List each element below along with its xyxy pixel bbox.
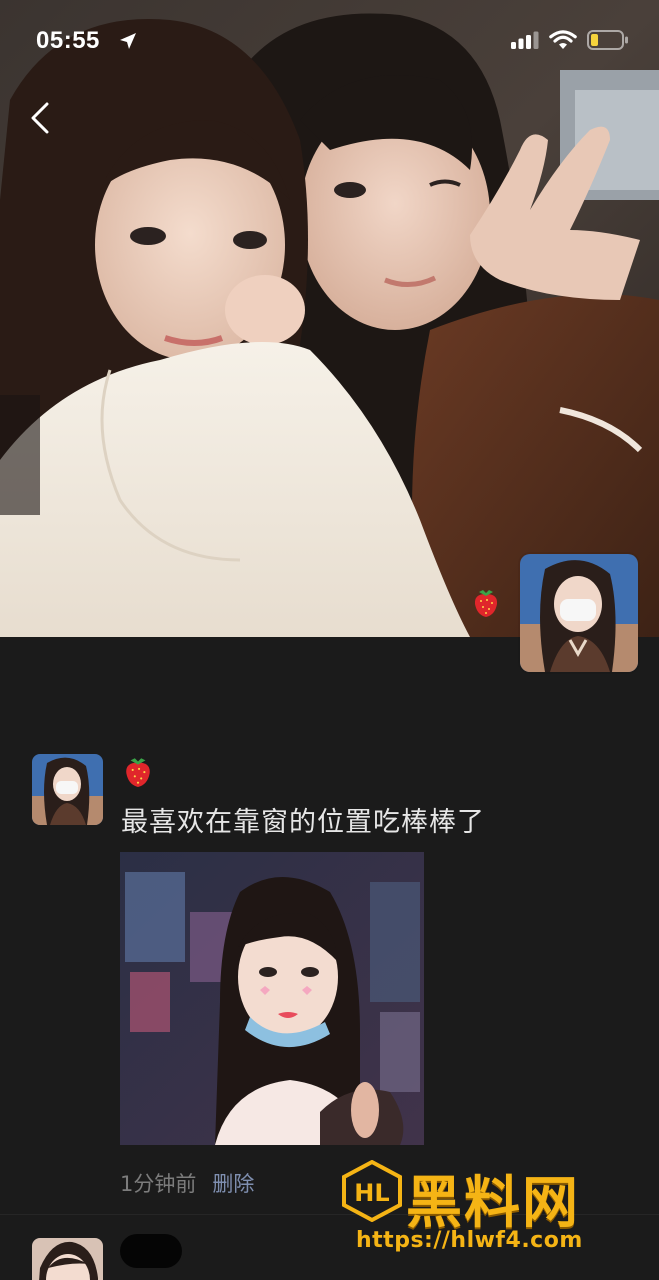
status-bar: 05:55 bbox=[0, 0, 659, 84]
watermark-url: https://hlwf4.com bbox=[356, 1228, 583, 1253]
post-photo-image bbox=[120, 852, 424, 1145]
next-post-author-redacted bbox=[120, 1234, 182, 1268]
next-post-avatar[interactable] bbox=[32, 1238, 103, 1280]
wifi-icon bbox=[549, 30, 577, 49]
status-time: 05:55 bbox=[36, 27, 100, 54]
strawberry-icon bbox=[474, 590, 498, 617]
back-button[interactable] bbox=[22, 98, 58, 138]
chevron-left-icon bbox=[31, 102, 49, 134]
post-text: 最喜欢在靠窗的位置吃棒棒了 bbox=[121, 807, 485, 838]
watermark-logo-text: HL bbox=[354, 1179, 389, 1207]
battery-icon bbox=[587, 30, 628, 50]
post-author-avatar[interactable] bbox=[32, 754, 103, 825]
watermark-logo-icon: HL bbox=[342, 1160, 402, 1222]
delete-button[interactable]: 删除 bbox=[212, 1168, 254, 1198]
strawberry-icon bbox=[126, 758, 150, 787]
post-meta: 1分钟前 删除 bbox=[120, 1168, 254, 1198]
location-arrow-icon bbox=[120, 33, 136, 49]
cellular-signal-icon bbox=[511, 31, 539, 49]
owner-avatar[interactable] bbox=[520, 554, 638, 672]
watermark-title: 黑料网 bbox=[406, 1171, 580, 1236]
owner-avatar-image bbox=[520, 554, 638, 672]
post-author-avatar-image bbox=[32, 754, 103, 825]
next-post-avatar-image bbox=[32, 1238, 103, 1280]
post-timestamp: 1分钟前 bbox=[120, 1172, 197, 1196]
watermark: HL 黑料网 https://hlwf4.com bbox=[340, 1158, 640, 1268]
cover-photo[interactable] bbox=[0, 0, 659, 637]
moments-screen: 05:55 最喜欢在靠窗的位置吃棒棒了 1分钟前 删除 HL 黑料网 https… bbox=[0, 0, 659, 1280]
post-photo[interactable] bbox=[120, 852, 424, 1145]
status-icons bbox=[511, 29, 629, 51]
cover-photo-illustration bbox=[0, 0, 659, 637]
